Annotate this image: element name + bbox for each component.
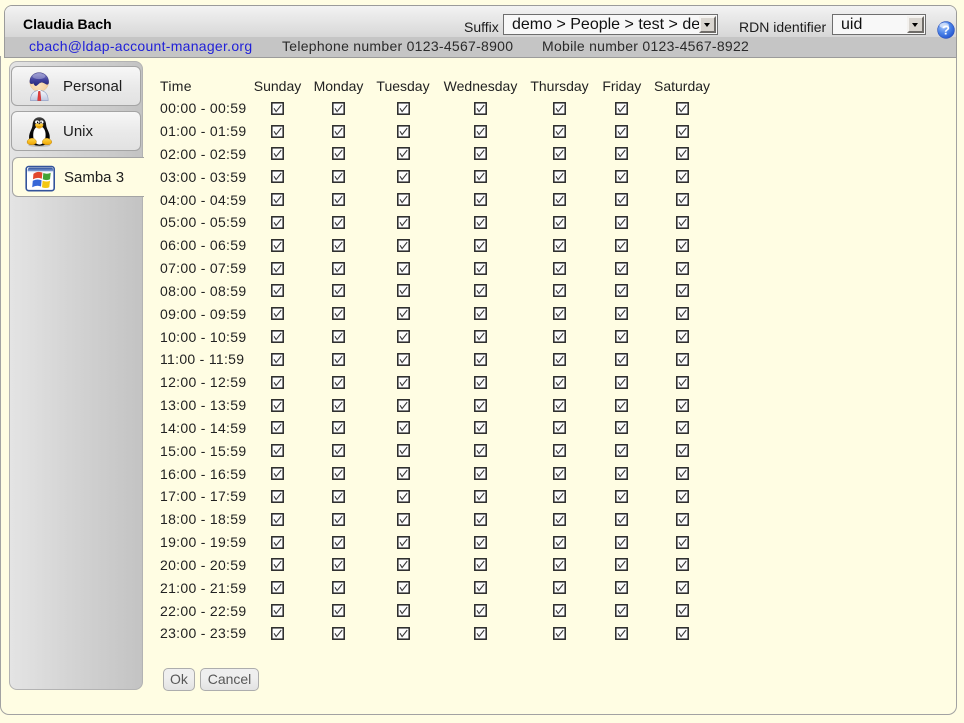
svg-text:?: ? [942, 22, 950, 37]
